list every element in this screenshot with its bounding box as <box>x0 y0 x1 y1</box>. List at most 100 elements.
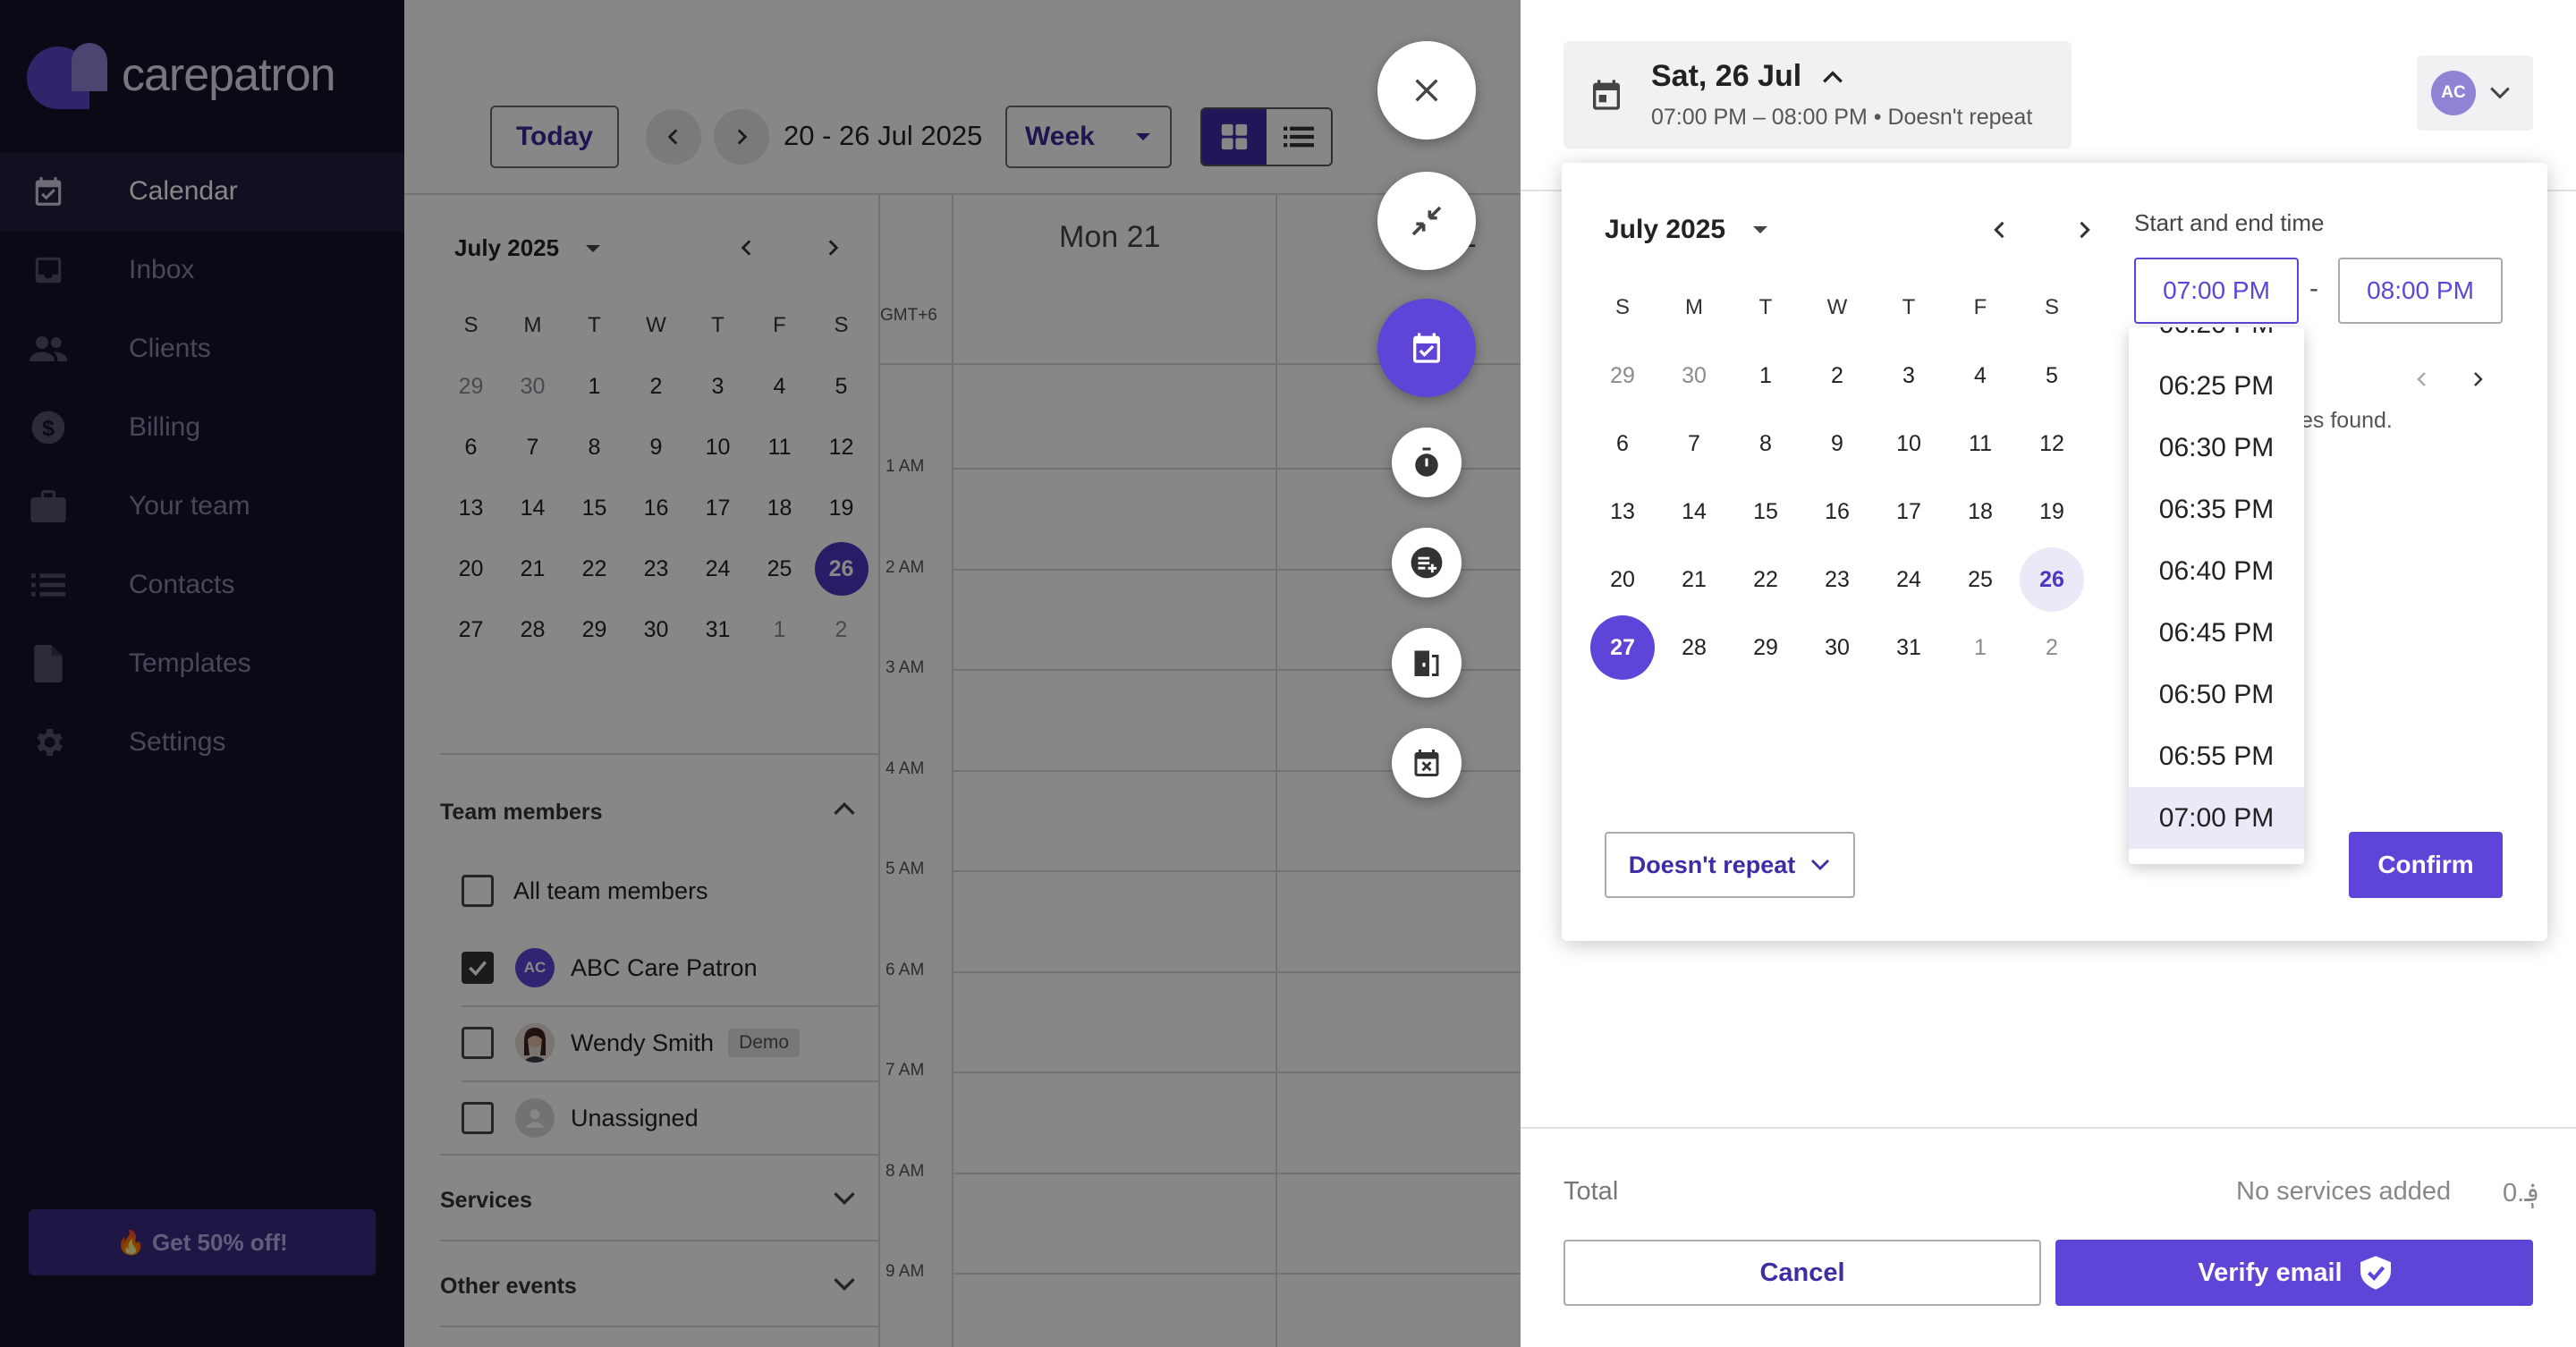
door-icon <box>1414 650 1439 676</box>
event-time-summary: 07:00 PM – 08:00 PM • Doesn't repeat <box>1651 105 2033 130</box>
picker-day[interactable]: 1 <box>1730 342 1801 410</box>
minimize-icon <box>1411 206 1442 236</box>
repeat-select[interactable]: Doesn't repeat <box>1605 832 1855 898</box>
time-options-dropdown: 06:20 PM06:25 PM06:30 PM06:35 PM06:40 PM… <box>2129 327 2304 864</box>
verify-email-button[interactable]: Verify email <box>2055 1240 2533 1306</box>
caret-down-icon <box>1753 226 1768 233</box>
picker-day[interactable]: 22 <box>1730 546 1801 614</box>
picker-month: July 2025 <box>1605 215 1726 244</box>
picker-day[interactable]: 1 <box>1945 614 2016 682</box>
time-option[interactable]: 06:35 PM <box>2129 479 2304 540</box>
picker-day[interactable]: 21 <box>1658 546 1730 614</box>
verify-email-label: Verify email <box>2198 1258 2343 1287</box>
picker-day[interactable]: 20 <box>1587 546 1658 614</box>
unavailable-button[interactable] <box>1392 728 1462 798</box>
picker-day[interactable]: 11 <box>1945 410 2016 478</box>
end-time-input[interactable]: 08:00 PM <box>2338 258 2503 324</box>
avatar: AC <box>2431 71 2476 115</box>
chevron-up-icon <box>1823 70 1843 83</box>
weekday-header: T <box>1902 295 1916 319</box>
weekday-header: W <box>1826 295 1848 319</box>
out-of-office-button[interactable] <box>1392 628 1462 698</box>
picker-day[interactable]: 8 <box>1730 410 1801 478</box>
list-prev[interactable] <box>2411 367 2433 396</box>
current-day: 26 <box>2020 547 2084 612</box>
list-next[interactable] <box>2467 367 2488 396</box>
picker-day[interactable]: 31 <box>1873 614 1945 682</box>
time-option[interactable]: 06:50 PM <box>2129 664 2304 725</box>
start-time-input[interactable]: 07:00 PM <box>2134 258 2299 324</box>
close-button[interactable] <box>1377 41 1476 140</box>
minimize-button[interactable] <box>1377 172 1476 270</box>
picker-prev-month[interactable] <box>1987 215 2012 250</box>
appointment-type-button[interactable] <box>1377 299 1476 397</box>
picker-day[interactable]: 26 <box>2016 546 2088 614</box>
weekday-header: S <box>1614 295 1630 319</box>
time-option[interactable]: 07:00 PM <box>2129 787 2304 849</box>
picker-day[interactable]: 2 <box>2016 614 2088 682</box>
time-option[interactable]: 06:45 PM <box>2129 602 2304 664</box>
picker-day[interactable]: 2 <box>1801 342 1873 410</box>
picker-day[interactable]: 9 <box>1801 410 1873 478</box>
chevron-right-icon <box>2474 372 2483 386</box>
picker-day[interactable]: 16 <box>1801 478 1873 546</box>
calendar-x-icon <box>1414 750 1439 776</box>
picker-day[interactable]: 10 <box>1873 410 1945 478</box>
picker-day[interactable]: 28 <box>1658 614 1730 682</box>
calendar-check-icon <box>1413 333 1440 363</box>
start-end-time-label: Start and end time <box>2134 209 2325 236</box>
assignee-selector[interactable]: AC <box>2417 55 2533 131</box>
time-option[interactable]: 06:25 PM <box>2129 355 2304 417</box>
picker-calendar-grid: S M T W T F S 29 30 1 2 3 4 5 6 7 8 9 10 11 12 13 14 15 16 17 18 19… <box>1587 274 2088 682</box>
add-note-icon <box>1411 546 1443 579</box>
picker-day[interactable]: 30 <box>1658 342 1730 410</box>
date-time-selector[interactable]: Sat, 26 Jul 07:00 PM – 08:00 PM • Doesn'… <box>1563 41 2072 148</box>
picker-day[interactable]: 13 <box>1587 478 1658 546</box>
close-icon <box>1415 79 1438 102</box>
time-option[interactable]: 06:20 PM <box>2129 327 2304 355</box>
no-results-text: es found. <box>2301 408 2393 433</box>
weekday-header: M <box>1685 295 1703 319</box>
picker-day[interactable]: 29 <box>1587 342 1658 410</box>
total-label: Total <box>1563 1177 1619 1206</box>
picker-month-select[interactable]: July 2025 <box>1605 215 1770 245</box>
confirm-button[interactable]: Confirm <box>2349 832 2503 898</box>
picker-day[interactable]: 3 <box>1873 342 1945 410</box>
picker-day[interactable]: 24 <box>1873 546 1945 614</box>
picker-day[interactable]: 17 <box>1873 478 1945 546</box>
picker-day[interactable]: 29 <box>1730 614 1801 682</box>
picker-day[interactable]: 7 <box>1658 410 1730 478</box>
chevron-down-icon <box>1811 860 1830 870</box>
time-option[interactable]: 06:30 PM <box>2129 417 2304 479</box>
picker-day[interactable]: 30 <box>1801 614 1873 682</box>
weekday-header: T <box>1758 295 1773 319</box>
time-option[interactable]: 06:55 PM <box>2129 725 2304 787</box>
chevron-left-icon <box>2417 372 2426 386</box>
picker-day[interactable]: 4 <box>1945 342 2016 410</box>
picker-day[interactable]: 25 <box>1945 546 2016 614</box>
picker-day[interactable]: 12 <box>2016 410 2088 478</box>
verified-shield-icon <box>2360 1256 2391 1290</box>
picker-day[interactable]: 5 <box>2016 342 2088 410</box>
chevron-right-icon <box>2080 221 2090 239</box>
picker-day[interactable]: 15 <box>1730 478 1801 546</box>
task-button[interactable] <box>1392 428 1462 497</box>
modal-backdrop[interactable] <box>0 0 1521 1347</box>
picker-next-month[interactable] <box>2072 215 2097 250</box>
time-separator: - <box>2309 274 2318 303</box>
picker-day[interactable]: 14 <box>1658 478 1730 546</box>
cancel-button[interactable]: Cancel <box>1563 1240 2041 1306</box>
picker-day[interactable]: 19 <box>2016 478 2088 546</box>
chevron-left-icon <box>1994 221 2004 239</box>
chevron-down-icon <box>2490 87 2510 99</box>
picker-day[interactable]: 27 <box>1587 614 1658 682</box>
date-time-popover: July 2025 S M T W T F S 29 30 1 2 3 4 5 6 7 8 9 10 11 12 13 14… <box>1562 163 2547 941</box>
picker-day[interactable]: 23 <box>1801 546 1873 614</box>
weekday-header: S <box>2044 295 2059 319</box>
picker-day[interactable]: 6 <box>1587 410 1658 478</box>
no-services-text: No services added <box>2236 1177 2452 1206</box>
picker-day[interactable]: 18 <box>1945 478 2016 546</box>
note-button[interactable] <box>1392 528 1462 597</box>
time-option[interactable]: 06:40 PM <box>2129 540 2304 602</box>
event-date-title: Sat, 26 Jul <box>1651 59 1802 93</box>
